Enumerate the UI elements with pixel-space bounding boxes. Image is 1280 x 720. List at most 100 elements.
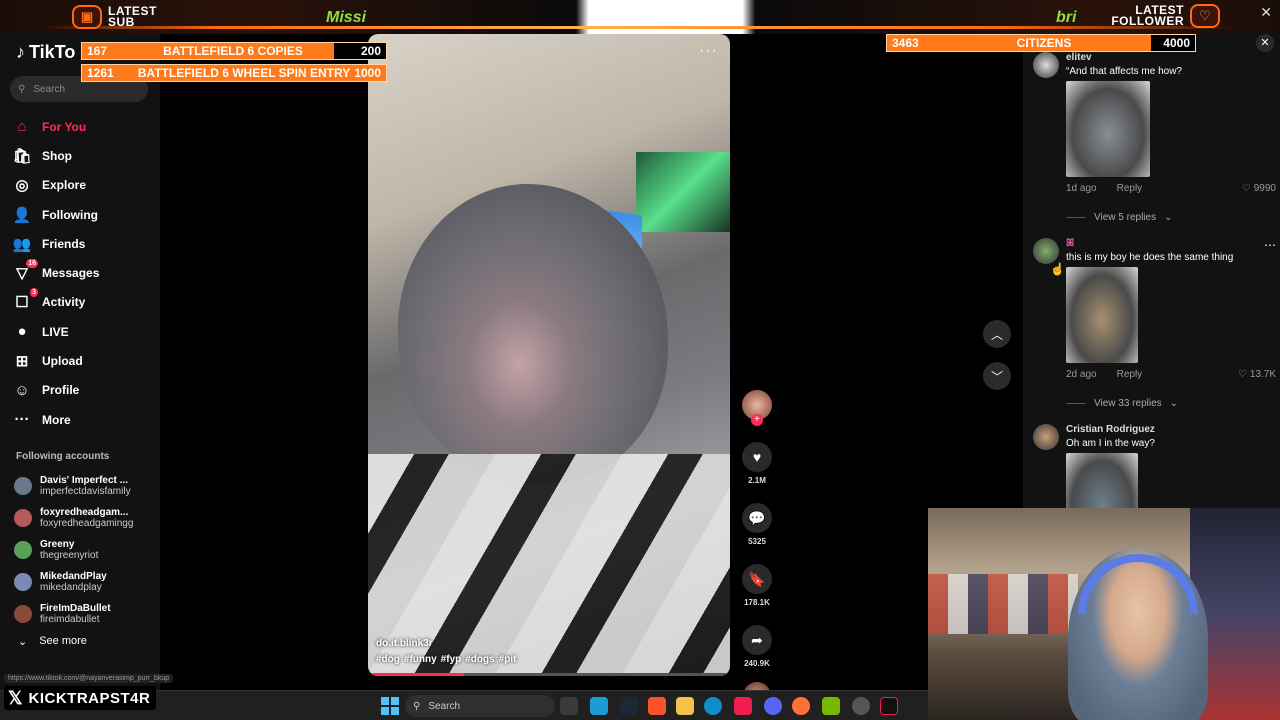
- latest-follower-block: LATEST FOLLOWER ♡: [1111, 4, 1220, 28]
- sidebar-item-live[interactable]: ● LIVE: [12, 317, 152, 346]
- file-explorer-icon[interactable]: [676, 697, 694, 715]
- comment-username[interactable]: Cristian Rodriguez: [1066, 424, 1276, 435]
- sidebar-item-label: Explore: [42, 178, 87, 193]
- share-action[interactable]: ➦ 240.9K: [742, 625, 772, 668]
- account-avatar: [14, 573, 32, 591]
- sidebar-item-for-you[interactable]: ⌂ For You: [12, 112, 152, 141]
- windows-start-icon[interactable]: [381, 697, 399, 715]
- close-icon[interactable]: ✕: [1260, 4, 1272, 21]
- x-handle-overlay: 𝕏 KICKTRAPST4R: [4, 686, 157, 710]
- following-account[interactable]: FireImDaBullet fireimdabullet: [14, 598, 154, 630]
- follow-plus-icon[interactable]: +: [751, 414, 763, 426]
- heart-outline-icon: ♡: [1242, 183, 1251, 194]
- sidebar-item-label: Activity: [42, 295, 86, 310]
- discord-icon[interactable]: [764, 697, 782, 715]
- mouse-cursor-icon: ☝: [1050, 262, 1065, 276]
- comment-image[interactable]: [1066, 81, 1150, 177]
- account-name: Davis' Imperfect ...: [40, 475, 128, 486]
- sidebar-item-following[interactable]: 👤 Following: [12, 200, 152, 229]
- brave-icon[interactable]: [648, 697, 666, 715]
- comment-icon[interactable]: 💬: [742, 503, 772, 533]
- tiktok-logo[interactable]: ♪ TikTo: [16, 42, 75, 63]
- comment-image[interactable]: [1066, 453, 1138, 509]
- firefox-icon[interactable]: [792, 697, 810, 715]
- comment-more-icon[interactable]: ⋯: [1264, 238, 1276, 252]
- edge-icon[interactable]: [704, 697, 722, 715]
- view-replies-button[interactable]: View 5 replies ⌄: [1066, 212, 1276, 223]
- goal-count: 1261: [87, 66, 114, 80]
- comment-like[interactable]: ♡ 13.7K: [1238, 369, 1276, 380]
- sidebar-item-shop[interactable]: 🛍 Shop: [12, 141, 152, 170]
- sidebar-item-explore[interactable]: ◎ Explore: [12, 171, 152, 200]
- tiktok-sidebar: ♪ TikTo ⚲ Search ⌂ For You 🛍 Shop ◎ Explore 👤 F…: [0, 34, 174, 690]
- taskbar-search-input[interactable]: ⚲ Search: [405, 695, 555, 717]
- hashtag-link[interactable]: #funny: [404, 654, 437, 665]
- logo-text: TikTo: [29, 42, 76, 62]
- following-account[interactable]: Davis' Imperfect ... imperfectdavisfamily: [14, 470, 154, 502]
- account-name: Greeny: [40, 539, 75, 550]
- video-author[interactable]: do.it.blink3r: [376, 638, 433, 649]
- close-comments-button[interactable]: ✕: [1256, 34, 1274, 52]
- previous-video-button[interactable]: ︿: [983, 320, 1011, 348]
- reply-button[interactable]: Reply: [1117, 369, 1143, 380]
- sidebar-item-messages[interactable]: ▽ 16 Messages: [12, 258, 152, 287]
- comment-count: 5325: [748, 537, 766, 546]
- activity-icon: ☐ 3: [15, 288, 38, 312]
- like-action[interactable]: ♥ 2.1M: [742, 442, 772, 485]
- sidebar-item-more[interactable]: ··· More: [12, 405, 152, 434]
- hashtag-link[interactable]: #dog: [376, 654, 400, 665]
- sidebar-item-label: Friends: [42, 236, 86, 251]
- steam-icon[interactable]: [620, 697, 638, 715]
- bookmark-icon[interactable]: 🔖: [742, 564, 772, 594]
- next-video-button[interactable]: ﹀: [983, 362, 1011, 390]
- comment-text: this is my boy he does the same thing: [1066, 252, 1234, 263]
- account-name: MikedandPlay: [40, 571, 107, 582]
- commenter-avatar[interactable]: [1033, 52, 1059, 78]
- nvidia-icon[interactable]: [822, 697, 840, 715]
- comment-username[interactable]: ꕤ: [1066, 238, 1276, 249]
- app-icon[interactable]: [590, 697, 608, 715]
- comment-image[interactable]: [1066, 267, 1138, 363]
- tiktok-app-icon-active[interactable]: [880, 697, 898, 715]
- following-account[interactable]: foxyredheadgam... foxyredheadgamingg: [14, 502, 154, 534]
- task-view-icon[interactable]: [560, 697, 578, 715]
- more-options-icon[interactable]: ···: [699, 42, 718, 60]
- share-icon[interactable]: ➦: [742, 625, 772, 655]
- hashtag-link[interactable]: #pit: [499, 654, 517, 665]
- video-player[interactable]: ··· do.it.blink3r #dog #funny #fyp #dogs #pi…: [368, 34, 730, 676]
- hashtag-link[interactable]: #dogs: [465, 654, 494, 665]
- commenter-avatar[interactable]: [1033, 238, 1059, 264]
- comment-action[interactable]: 💬 5325: [742, 503, 772, 546]
- sidebar-item-profile[interactable]: ☺ Profile: [12, 376, 152, 405]
- save-action[interactable]: 🔖 178.1K: [742, 564, 772, 607]
- obs-icon[interactable]: [852, 697, 870, 715]
- account-avatar: [14, 541, 32, 559]
- view-replies-button[interactable]: View 33 replies ⌄: [1066, 398, 1276, 409]
- latest-sub-block: ▣ LATEST SUB: [72, 2, 157, 32]
- video-scene-monitor: [636, 152, 730, 232]
- sidebar-item-upload[interactable]: ⊞ Upload: [12, 346, 152, 375]
- compass-icon: ◎: [15, 177, 29, 195]
- tiktok-app-icon[interactable]: [734, 697, 752, 715]
- ticker-right: bri: [1056, 9, 1077, 26]
- messages-icon: ▽ 16: [16, 259, 38, 283]
- goal-label: CITIZENS: [1016, 36, 1072, 50]
- heart-icon[interactable]: ♥: [742, 442, 772, 472]
- video-actions: + ♥ 2.1M 💬 5325 🔖 178.1K ➦ 240.9K: [740, 390, 774, 710]
- see-more-button[interactable]: ⌄ See more: [18, 635, 87, 648]
- following-account[interactable]: MikedandPlay mikedandplay: [14, 566, 154, 598]
- commenter-avatar[interactable]: [1033, 424, 1059, 450]
- comment-like[interactable]: ♡ 9990: [1242, 183, 1276, 194]
- sidebar-item-friends[interactable]: 👥 Friends: [12, 229, 152, 258]
- creator-avatar[interactable]: +: [742, 390, 772, 426]
- video-progress-fill: [372, 673, 465, 676]
- hashtag-link[interactable]: #fyp: [441, 654, 462, 665]
- ticker-left: Missi: [326, 9, 367, 26]
- reply-button[interactable]: Reply: [1117, 183, 1143, 194]
- chevron-down-icon: ﹀: [990, 369, 1003, 384]
- following-account[interactable]: Greeny thegreenyriot: [14, 534, 154, 566]
- comment-username[interactable]: elitev: [1066, 52, 1276, 63]
- sidebar-item-activity[interactable]: ☐ 3 Activity: [12, 288, 152, 317]
- shop-icon: 🛍: [12, 147, 32, 165]
- video-progress-bar[interactable]: [372, 673, 726, 676]
